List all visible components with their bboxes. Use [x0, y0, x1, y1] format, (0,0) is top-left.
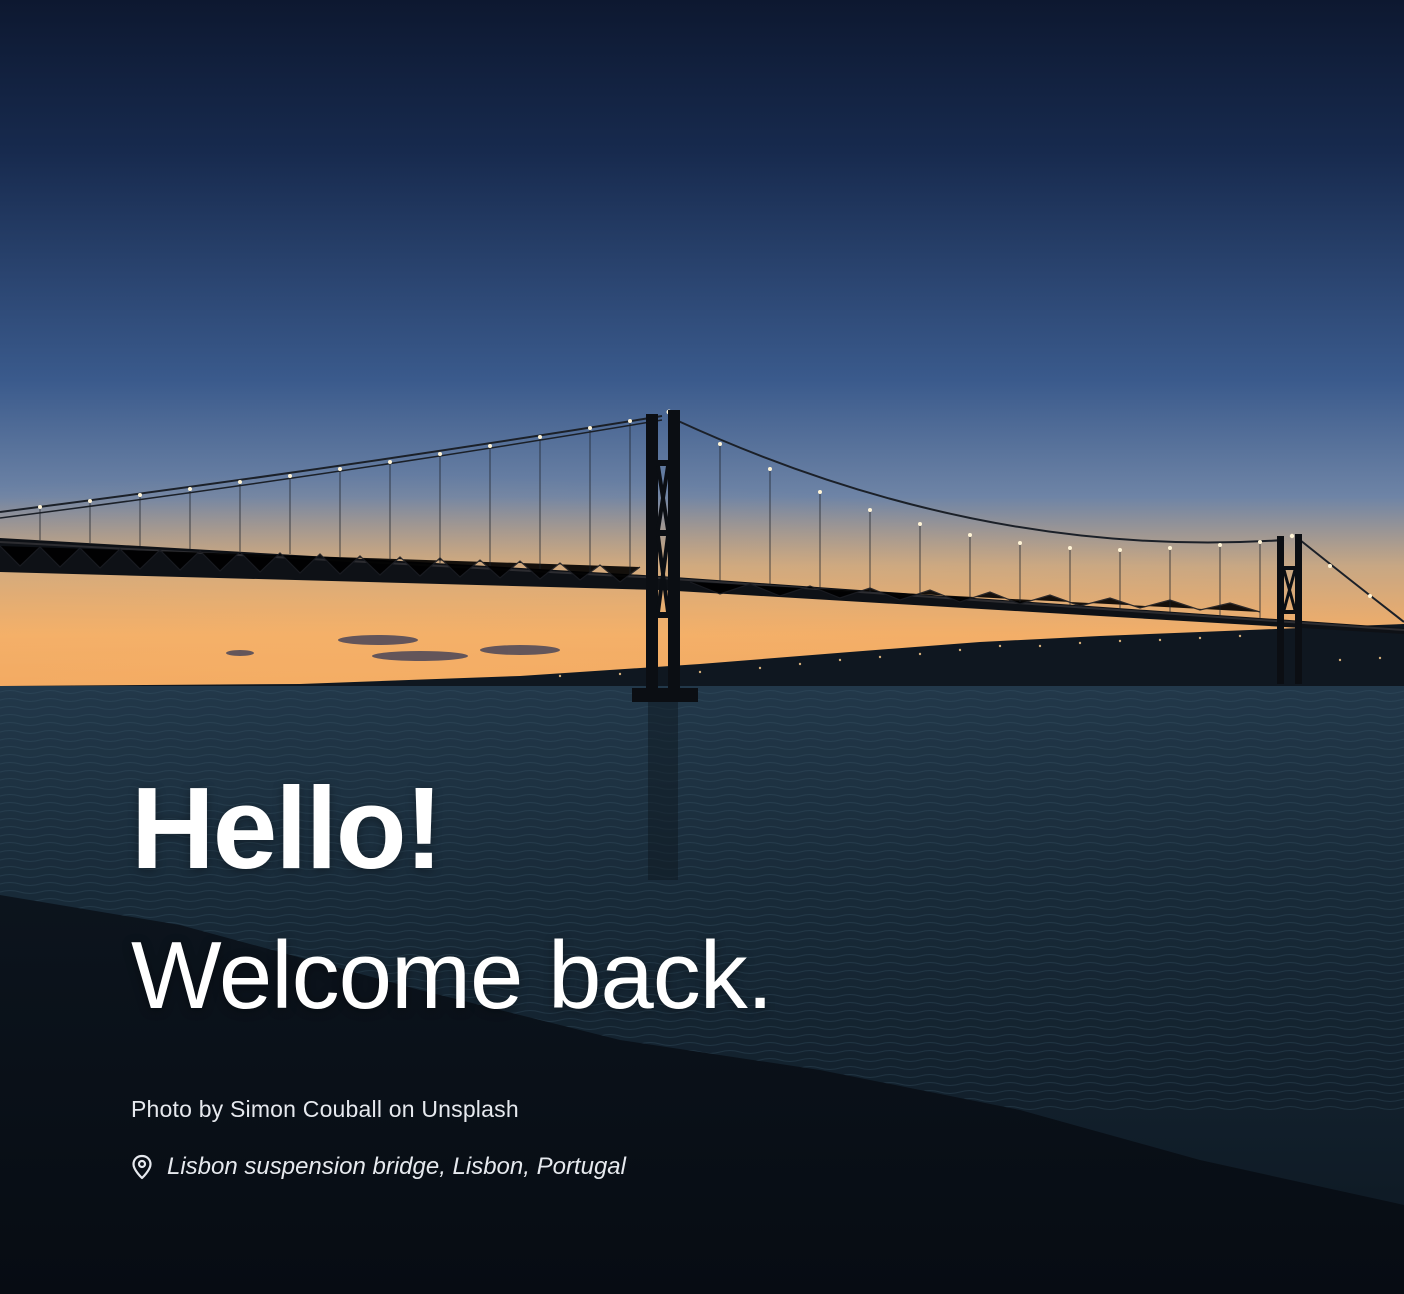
welcome-subtitle: Welcome back. — [131, 922, 773, 1029]
hero-background: Hello! Welcome back. Photo by Simon Coub… — [0, 0, 1404, 1294]
map-pin-icon — [132, 1154, 152, 1180]
welcome-overlay: Hello! Welcome back. Photo by Simon Coub… — [131, 760, 773, 1181]
greeting-heading: Hello! — [131, 763, 443, 893]
photo-credit: Photo by Simon Couball on Unsplash — [131, 1096, 519, 1122]
photo-location: Lisbon suspension bridge, Lisbon, Portug… — [131, 1153, 772, 1181]
location-text: Lisbon suspension bridge, Lisbon, Portug… — [167, 1153, 626, 1180]
